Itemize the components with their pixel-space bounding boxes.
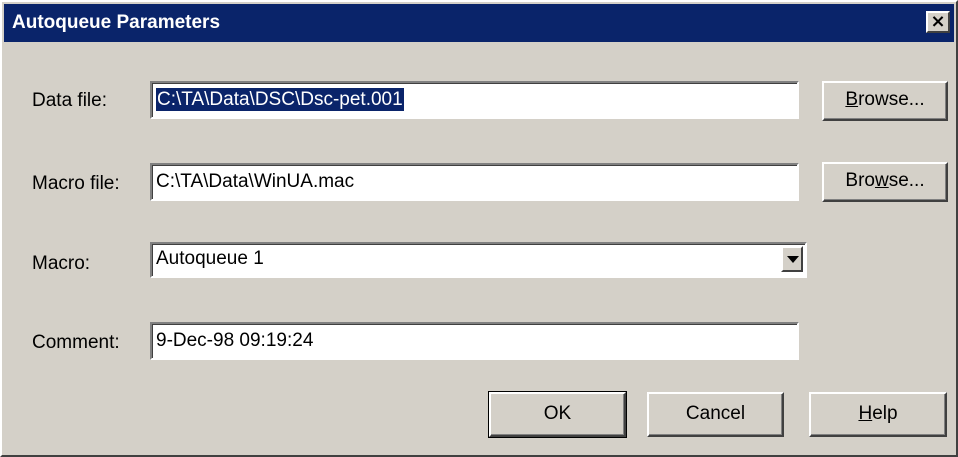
macro-file-input[interactable]: C:\TA\Data\WinUA.mac xyxy=(150,163,799,201)
macro-file-value: C:\TA\Data\WinUA.mac xyxy=(156,171,355,192)
dialog-title: Autoqueue Parameters xyxy=(12,12,221,33)
macro-selected-value: Autoqueue 1 xyxy=(156,248,264,269)
data-file-label: Data file: xyxy=(32,90,107,111)
close-icon: × xyxy=(930,11,946,32)
chevron-down-icon[interactable] xyxy=(781,246,803,272)
data-file-input[interactable]: C:\TA\Data\DSC\Dsc-pet.001 xyxy=(150,81,799,119)
data-file-value: C:\TA\Data\DSC\Dsc-pet.001 xyxy=(156,88,404,111)
help-button[interactable]: Help xyxy=(809,392,947,437)
browse-macro-file-button[interactable]: Browse... xyxy=(822,162,948,202)
title-bar[interactable]: Autoqueue Parameters × xyxy=(4,4,954,42)
ok-button[interactable]: OK xyxy=(488,391,627,438)
mnemonic-b: B xyxy=(845,89,859,110)
macro-file-label: Macro file: xyxy=(32,173,120,194)
comment-value: 9-Dec-98 09:19:24 xyxy=(156,330,314,351)
macro-select[interactable]: Autoqueue 1 xyxy=(150,242,807,278)
macro-label: Macro: xyxy=(32,253,91,274)
browse-data-file-button[interactable]: Browse... xyxy=(822,81,948,121)
mnemonic-w: w xyxy=(874,170,889,191)
cancel-button[interactable]: Cancel xyxy=(647,392,784,437)
autoqueue-parameters-dialog: Autoqueue Parameters × Data file: C:\TA\… xyxy=(0,0,958,457)
close-button[interactable]: × xyxy=(926,11,950,33)
mnemonic-h: H xyxy=(858,403,873,424)
comment-label: Comment: xyxy=(32,332,120,353)
comment-input[interactable]: 9-Dec-98 09:19:24 xyxy=(150,322,799,360)
